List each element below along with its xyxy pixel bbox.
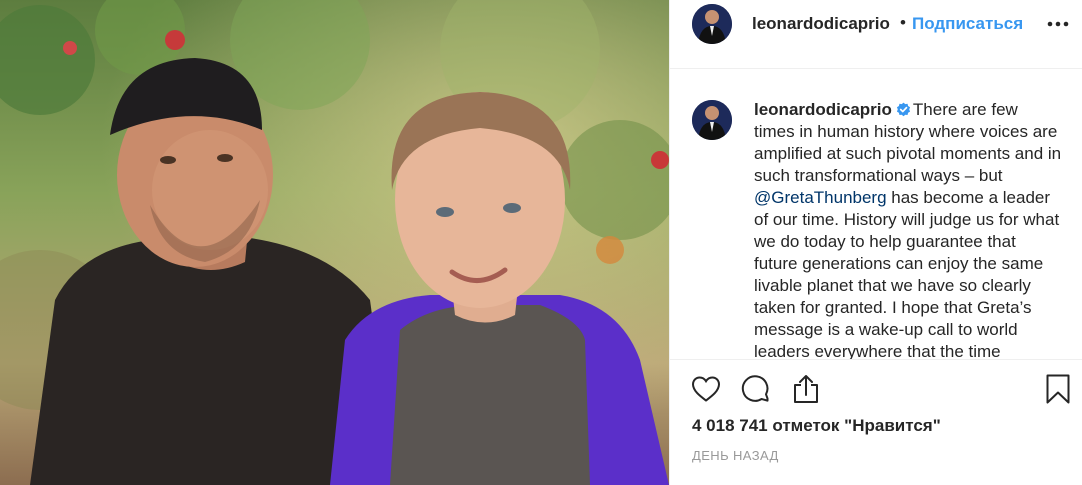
heart-icon[interactable] bbox=[690, 373, 722, 405]
mention-link[interactable]: @GretaThunberg bbox=[754, 188, 887, 207]
caption-avatar[interactable] bbox=[692, 100, 732, 140]
follow-button[interactable]: Подписаться bbox=[912, 14, 1023, 34]
more-horizontal-icon[interactable] bbox=[1046, 12, 1070, 36]
avatar-image bbox=[692, 100, 732, 140]
comment-bubble-icon[interactable] bbox=[740, 373, 772, 405]
post-photo-illustration bbox=[0, 0, 669, 485]
avatar[interactable] bbox=[692, 4, 732, 44]
caption-username[interactable]: leonardodicaprio bbox=[754, 100, 892, 119]
bookmark-icon[interactable] bbox=[1042, 373, 1074, 405]
post-sidebar: leonardodicaprio • Подписаться leonardod… bbox=[669, 0, 1082, 485]
post-timestamp[interactable]: ДЕНЬ НАЗАД bbox=[692, 448, 779, 463]
header-separator: • bbox=[900, 13, 906, 32]
comments-area[interactable]: leonardodicaprio There are few times in h… bbox=[670, 69, 1082, 359]
likes-count[interactable]: 4 018 741 отметок "Нравится" bbox=[692, 416, 941, 436]
post-actions: 4 018 741 отметок "Нравится" ДЕНЬ НАЗАД bbox=[670, 359, 1082, 485]
post-caption: leonardodicaprio There are few times in h… bbox=[754, 99, 1062, 359]
avatar-image bbox=[692, 4, 732, 44]
verified-badge-icon bbox=[896, 101, 911, 117]
caption-text-end: has become a leader of our time. History… bbox=[754, 188, 1060, 359]
post-photo[interactable] bbox=[0, 0, 669, 485]
post-header: leonardodicaprio • Подписаться bbox=[670, 0, 1082, 69]
instagram-post: leonardodicaprio • Подписаться leonardod… bbox=[0, 0, 1082, 485]
header-username[interactable]: leonardodicaprio bbox=[752, 14, 890, 34]
share-icon[interactable] bbox=[790, 373, 822, 405]
